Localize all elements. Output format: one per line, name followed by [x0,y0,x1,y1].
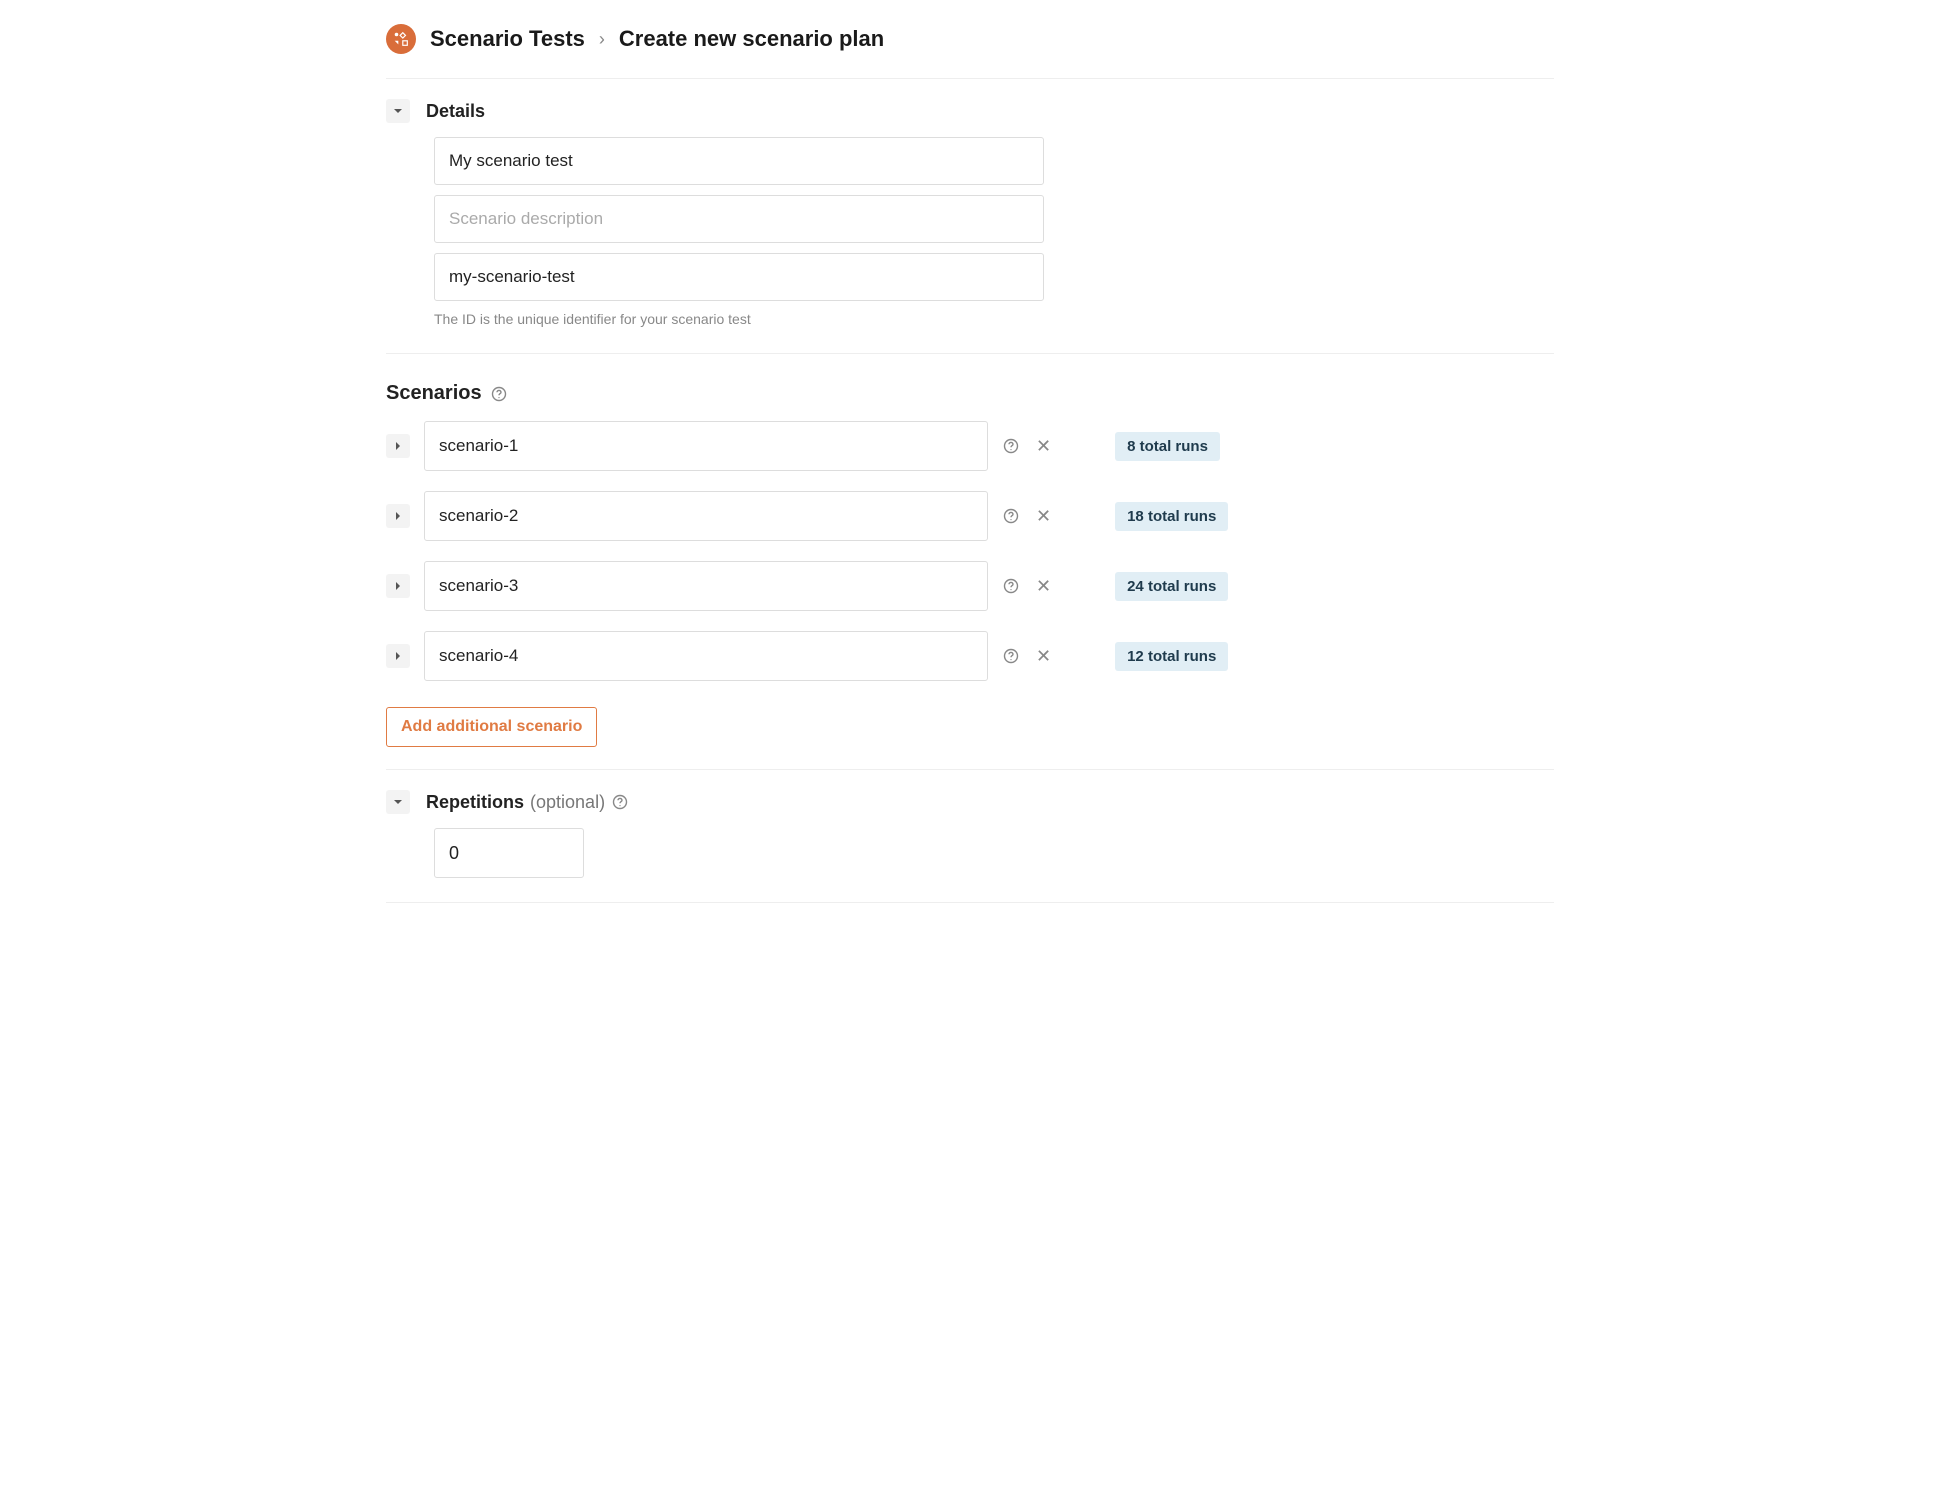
scenario-expand-toggle[interactable] [386,434,410,458]
help-icon[interactable] [1002,647,1020,665]
scenario-row: ✕ 24 total runs [386,561,1554,611]
scenarios-heading: Scenarios [386,382,482,405]
app-logo-icon [386,24,416,54]
remove-scenario-button[interactable]: ✕ [1034,647,1053,665]
chevron-right-icon [393,441,403,451]
total-runs-badge: 18 total runs [1115,502,1228,531]
scenario-name-input[interactable] [424,561,988,611]
help-icon[interactable] [1002,577,1020,595]
total-runs-badge: 12 total runs [1115,642,1228,671]
remove-scenario-button[interactable]: ✕ [1034,507,1053,525]
scenario-name-input[interactable] [424,421,988,471]
scenario-row: ✕ 18 total runs [386,491,1554,541]
scenario-name-input[interactable] [424,631,988,681]
scenario-id-hint: The ID is the unique identifier for your… [434,311,1554,327]
repetitions-input[interactable] [434,828,584,878]
scenario-name-input[interactable] [434,137,1044,185]
chevron-down-icon [393,106,403,116]
breadcrumb-root[interactable]: Scenario Tests [430,26,585,52]
total-runs-badge: 8 total runs [1115,432,1220,461]
help-icon[interactable] [1002,507,1020,525]
chevron-right-icon [393,581,403,591]
scenario-expand-toggle[interactable] [386,504,410,528]
scenario-expand-toggle[interactable] [386,644,410,668]
chevron-down-icon [393,797,403,807]
chevron-right-icon [393,651,403,661]
chevron-right-icon: › [599,29,605,50]
remove-scenario-button[interactable]: ✕ [1034,437,1053,455]
repetitions-optional-label: (optional) [530,792,605,813]
repetitions-heading: Repetitions [426,792,524,813]
total-runs-badge: 24 total runs [1115,572,1228,601]
scenario-row: ✕ 8 total runs [386,421,1554,471]
divider [386,902,1554,903]
scenario-row: ✕ 12 total runs [386,631,1554,681]
details-heading: Details [426,101,485,122]
repetitions-toggle[interactable] [386,790,410,814]
details-toggle[interactable] [386,99,410,123]
scenario-id-input[interactable] [434,253,1044,301]
breadcrumb-current: Create new scenario plan [619,26,884,52]
scenario-expand-toggle[interactable] [386,574,410,598]
help-icon[interactable] [611,793,629,811]
scenario-name-input[interactable] [424,491,988,541]
scenario-description-input[interactable] [434,195,1044,243]
chevron-right-icon [393,511,403,521]
help-icon[interactable] [1002,437,1020,455]
remove-scenario-button[interactable]: ✕ [1034,577,1053,595]
add-scenario-button[interactable]: Add additional scenario [386,707,597,747]
help-icon[interactable] [490,385,508,403]
